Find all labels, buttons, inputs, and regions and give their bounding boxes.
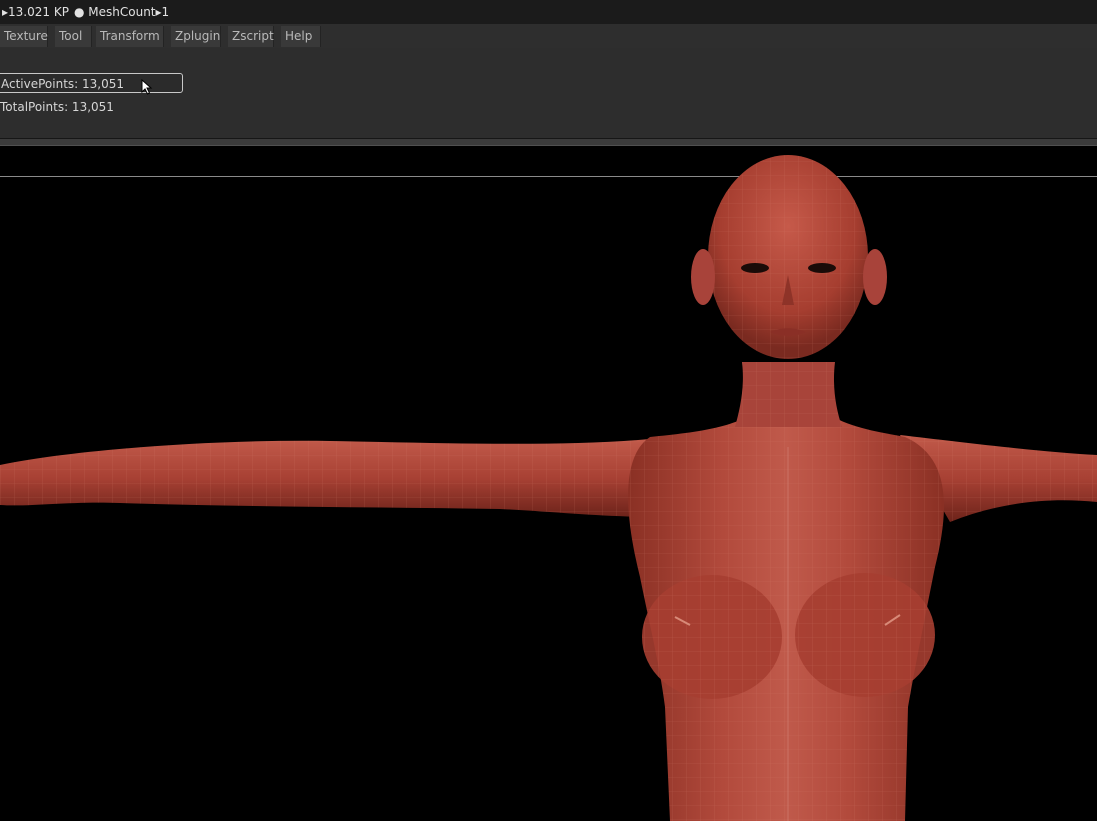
sculpt-model: [0, 155, 1097, 821]
zbrush-window: ▸13.021 KP ● MeshCount▸1 Texture Tool Tr…: [0, 0, 1097, 821]
info-panel: ActivePoints: 13,051 TotalPoints: 13,051: [0, 48, 1097, 139]
menu-texture[interactable]: Texture: [0, 26, 48, 47]
active-points-indicator: ▸13.021 KP: [2, 5, 69, 19]
pointer-cursor-icon: [141, 79, 153, 95]
menu-zplugin[interactable]: Zplugin: [171, 26, 221, 47]
active-points-field[interactable]: ActivePoints: 13,051: [0, 73, 183, 93]
mesh-count-indicator: ● MeshCount▸1: [74, 5, 170, 19]
menu-zscript[interactable]: Zscript: [228, 26, 274, 47]
menu-transform[interactable]: Transform: [96, 26, 164, 47]
menu-tool[interactable]: Tool: [55, 26, 92, 47]
total-points-label: TotalPoints: 13,051: [0, 100, 114, 114]
viewport-canvas[interactable]: [0, 147, 1097, 821]
menu-help[interactable]: Help: [281, 26, 321, 47]
status-bar: ▸13.021 KP ● MeshCount▸1: [0, 0, 1097, 24]
panel-resize-bar[interactable]: [0, 139, 1097, 146]
menu-bar: Texture Tool Transform Zplugin Zscript H…: [0, 24, 1097, 48]
